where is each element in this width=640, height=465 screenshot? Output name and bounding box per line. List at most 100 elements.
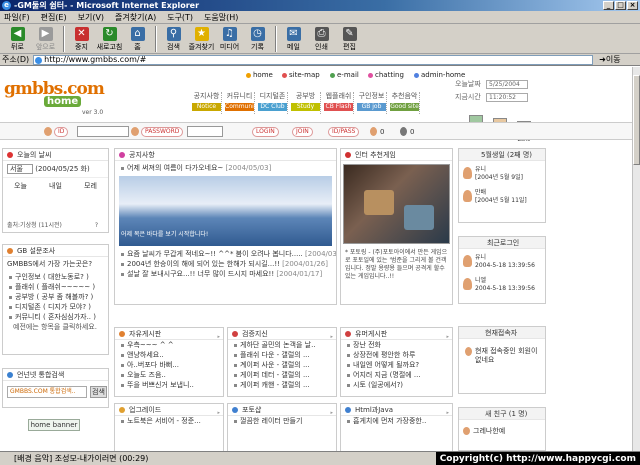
more-icon[interactable]: ▸ bbox=[330, 331, 333, 343]
board-item[interactable]: 플래쉬 다운 - 갤럴의 ... bbox=[228, 350, 336, 360]
more-icon[interactable]: ▸ bbox=[446, 331, 449, 343]
new-member-item[interactable]: 그레나한예 bbox=[459, 426, 545, 436]
nav-item-notice[interactable]: 공지사항 Notice bbox=[192, 92, 222, 114]
notice-item[interactable]: 어제 써져의 여름이 다가오네요~ [2004/05/03] bbox=[115, 163, 336, 173]
board-item[interactable]: 껄끔한 레이터 만들기 bbox=[228, 416, 336, 426]
toplink-home[interactable]: home bbox=[246, 71, 273, 79]
toolbar-refresh-button[interactable]: ↻ 새로고침 bbox=[96, 24, 123, 54]
menu-item[interactable]: 파일(F) bbox=[4, 12, 30, 23]
board-header[interactable]: 검증지신 ▸ bbox=[228, 328, 336, 340]
toolbar-stop-button[interactable]: ✕ 중지 bbox=[68, 24, 95, 54]
board-item[interactable]: 장난 전화 bbox=[341, 340, 452, 350]
close-button[interactable]: × bbox=[627, 1, 638, 10]
poll-option[interactable]: 공부방 ( 공부 좀 해볼까? ) bbox=[3, 292, 108, 302]
notice-item[interactable]: 2004년 한승이의 해에 되어 있는 한해가 되시길...!! [2004/0… bbox=[115, 259, 336, 269]
menu-item[interactable]: 편집(E) bbox=[41, 12, 67, 23]
board-header[interactable]: 포토샵 ▸ bbox=[228, 404, 336, 416]
notice-item[interactable]: 설날 잘 보내시구요...!! 너무 많이 드시지 마세요!! [2004/01… bbox=[115, 269, 336, 279]
radio-icon[interactable] bbox=[9, 285, 12, 289]
password-input[interactable] bbox=[187, 126, 223, 137]
go-button[interactable]: ➜이동 bbox=[599, 54, 620, 65]
id-input[interactable] bbox=[77, 126, 129, 137]
idpass-button[interactable]: ID/PASS bbox=[328, 127, 360, 137]
nav-item-cb-flash[interactable]: 웹플래쉬 CB Flash bbox=[324, 92, 354, 114]
board-item[interactable]: 게하단 골민의 논객을 날.. bbox=[228, 340, 336, 350]
person-item[interactable]: 유니 2004-5-18 13:39:56 bbox=[459, 254, 545, 272]
home-banner[interactable]: home banner bbox=[28, 419, 80, 431]
toolbar-edit-button[interactable]: ✎ 편집 bbox=[336, 24, 363, 54]
maximize-button[interactable]: □ bbox=[615, 1, 626, 10]
board-header[interactable]: 업그레이드 ▸ bbox=[115, 404, 223, 416]
toolbar-home-button[interactable]: ⌂ 홈 bbox=[124, 24, 151, 54]
toplink-site-map[interactable]: site-map bbox=[282, 71, 320, 79]
more-icon[interactable]: ▸ bbox=[330, 407, 333, 419]
board-item[interactable]: 게이퍼 데터 - 갤럴의 ... bbox=[228, 370, 336, 380]
board-item[interactable]: 뚜을 버쁘신거 보냅니.. bbox=[115, 380, 223, 390]
toolbar-star-button[interactable]: ★ 즐겨찾기 bbox=[188, 24, 215, 54]
board-header[interactable]: 유머게시판 ▸ bbox=[341, 328, 452, 340]
poll-option[interactable]: 디지털존 ( 디지가 모야? ) bbox=[3, 302, 108, 312]
menu-item[interactable]: 보기(V) bbox=[78, 12, 104, 23]
board-header[interactable]: Html과Java ▸ bbox=[341, 404, 452, 416]
board-item[interactable]: 게이퍼 캐핸 - 갤럴의 ... bbox=[228, 380, 336, 390]
menu-item[interactable]: 도움말(H) bbox=[204, 12, 238, 23]
person-item[interactable]: 유니 [2004년 5월 9일] bbox=[459, 166, 545, 184]
person-item[interactable]: 만배 [2004년 5월 11일] bbox=[459, 189, 545, 207]
board-item[interactable]: 상장전에 평안한 하루 bbox=[341, 350, 452, 360]
toolbar-history-button[interactable]: ◷ 기록 bbox=[244, 24, 271, 54]
toplink-chatting[interactable]: chatting bbox=[368, 71, 404, 79]
menu-item[interactable]: 도구(T) bbox=[167, 12, 193, 23]
toolbar-media-button[interactable]: ♫ 미디어 bbox=[216, 24, 243, 54]
radio-icon[interactable] bbox=[9, 295, 12, 299]
nav-item-community[interactable]: 커뮤니티 Community bbox=[225, 92, 260, 114]
board-item[interactable]: 시토 (일공에서?) bbox=[341, 380, 452, 390]
board-item[interactable]: 앤냥하세요.. bbox=[115, 350, 223, 360]
poll-option[interactable]: 플래쉬 ( 플래쉬~~~~~ ) bbox=[3, 282, 108, 292]
toplink-admin-home[interactable]: admin-home bbox=[414, 71, 465, 79]
toolbar-mail-button[interactable]: ✉ 메일 bbox=[280, 24, 307, 54]
board-item[interactable]: 노트북은 서비어 - 정준... bbox=[115, 416, 223, 426]
board-item[interactable]: 어지러 지금 (명절에 ... bbox=[341, 370, 452, 380]
toolbar-forward-arrow-button[interactable]: ▶ 앞으로 bbox=[32, 24, 59, 54]
minimize-button[interactable]: _ bbox=[603, 1, 614, 10]
poll-option[interactable]: 구인정보 ( 대한노동로? ) bbox=[3, 272, 108, 282]
weather-help[interactable]: ? bbox=[95, 222, 98, 229]
more-icon[interactable]: ▸ bbox=[446, 407, 449, 419]
game-image[interactable] bbox=[343, 164, 450, 244]
board-item[interactable]: 계이퍼 사운 - 갤럴의 ... bbox=[228, 360, 336, 370]
board-item[interactable]: 아..버포다 바뻐... bbox=[115, 360, 223, 370]
visitors-message: 현재 접속중인 회원이 없네요 bbox=[465, 347, 539, 365]
radio-icon[interactable] bbox=[9, 315, 12, 319]
board-header[interactable]: 자유게시판 ▸ bbox=[115, 328, 223, 340]
login-button[interactable]: LOGIN bbox=[252, 127, 279, 137]
address-input[interactable]: http://www.gmbbs.com/# bbox=[33, 54, 594, 65]
region-select[interactable]: 서울 bbox=[7, 164, 33, 174]
board-item[interactable]: 흡게치에 먼저 가장중한.. bbox=[341, 416, 452, 426]
join-button[interactable]: JOIN bbox=[292, 127, 313, 137]
notice-item[interactable]: 요즘 날씨가 무갑게 적네요~!! ^^* 붐이 오려나 봅니다..... [2… bbox=[115, 249, 336, 259]
site-logo[interactable]: gmbbs.com home ver 3.0 bbox=[4, 79, 105, 119]
toolbar-print-button[interactable]: ⎙ 인쇄 bbox=[308, 24, 335, 54]
board-item[interactable]: 오늘도 즈음.. bbox=[115, 370, 223, 380]
board-item[interactable]: 내일엔 어떻게 될까요? bbox=[341, 360, 452, 370]
menu-item[interactable]: 즐겨찾기(A) bbox=[115, 12, 156, 23]
radio-icon[interactable] bbox=[9, 275, 12, 279]
scrollbar-thumb[interactable] bbox=[633, 75, 640, 165]
person-item[interactable]: 니엘 2004-5-18 13:39:56 bbox=[459, 277, 545, 295]
toolbar-back-arrow-button[interactable]: ◀ 뒤로 bbox=[4, 24, 31, 54]
poll-option[interactable]: 커뮤니티 ( 혼자심심가자.. ) bbox=[3, 312, 108, 322]
board-item[interactable]: 우측~~~ ^ ^ bbox=[115, 340, 223, 350]
board-icon bbox=[119, 331, 125, 337]
more-icon[interactable]: ▸ bbox=[217, 407, 220, 419]
radio-icon[interactable] bbox=[9, 305, 12, 309]
search-button[interactable]: 검색 bbox=[90, 386, 107, 398]
nav-item-study[interactable]: 공부방 Study bbox=[291, 92, 321, 114]
nav-item-good-site[interactable]: 추천음악 Good site bbox=[390, 92, 420, 114]
nav-item-gb-job[interactable]: 구인정보 GB job bbox=[357, 92, 387, 114]
search-input[interactable]: GMBBS.COM 통합검색.. bbox=[7, 386, 87, 398]
toplink-e-mail[interactable]: e-mail bbox=[330, 71, 359, 79]
vertical-scrollbar[interactable] bbox=[632, 67, 640, 451]
more-icon[interactable]: ▸ bbox=[217, 331, 220, 343]
toolbar-search-button[interactable]: ⚲ 검색 bbox=[160, 24, 187, 54]
nav-item-dc-club[interactable]: 디지털존 DC Club bbox=[258, 92, 288, 114]
